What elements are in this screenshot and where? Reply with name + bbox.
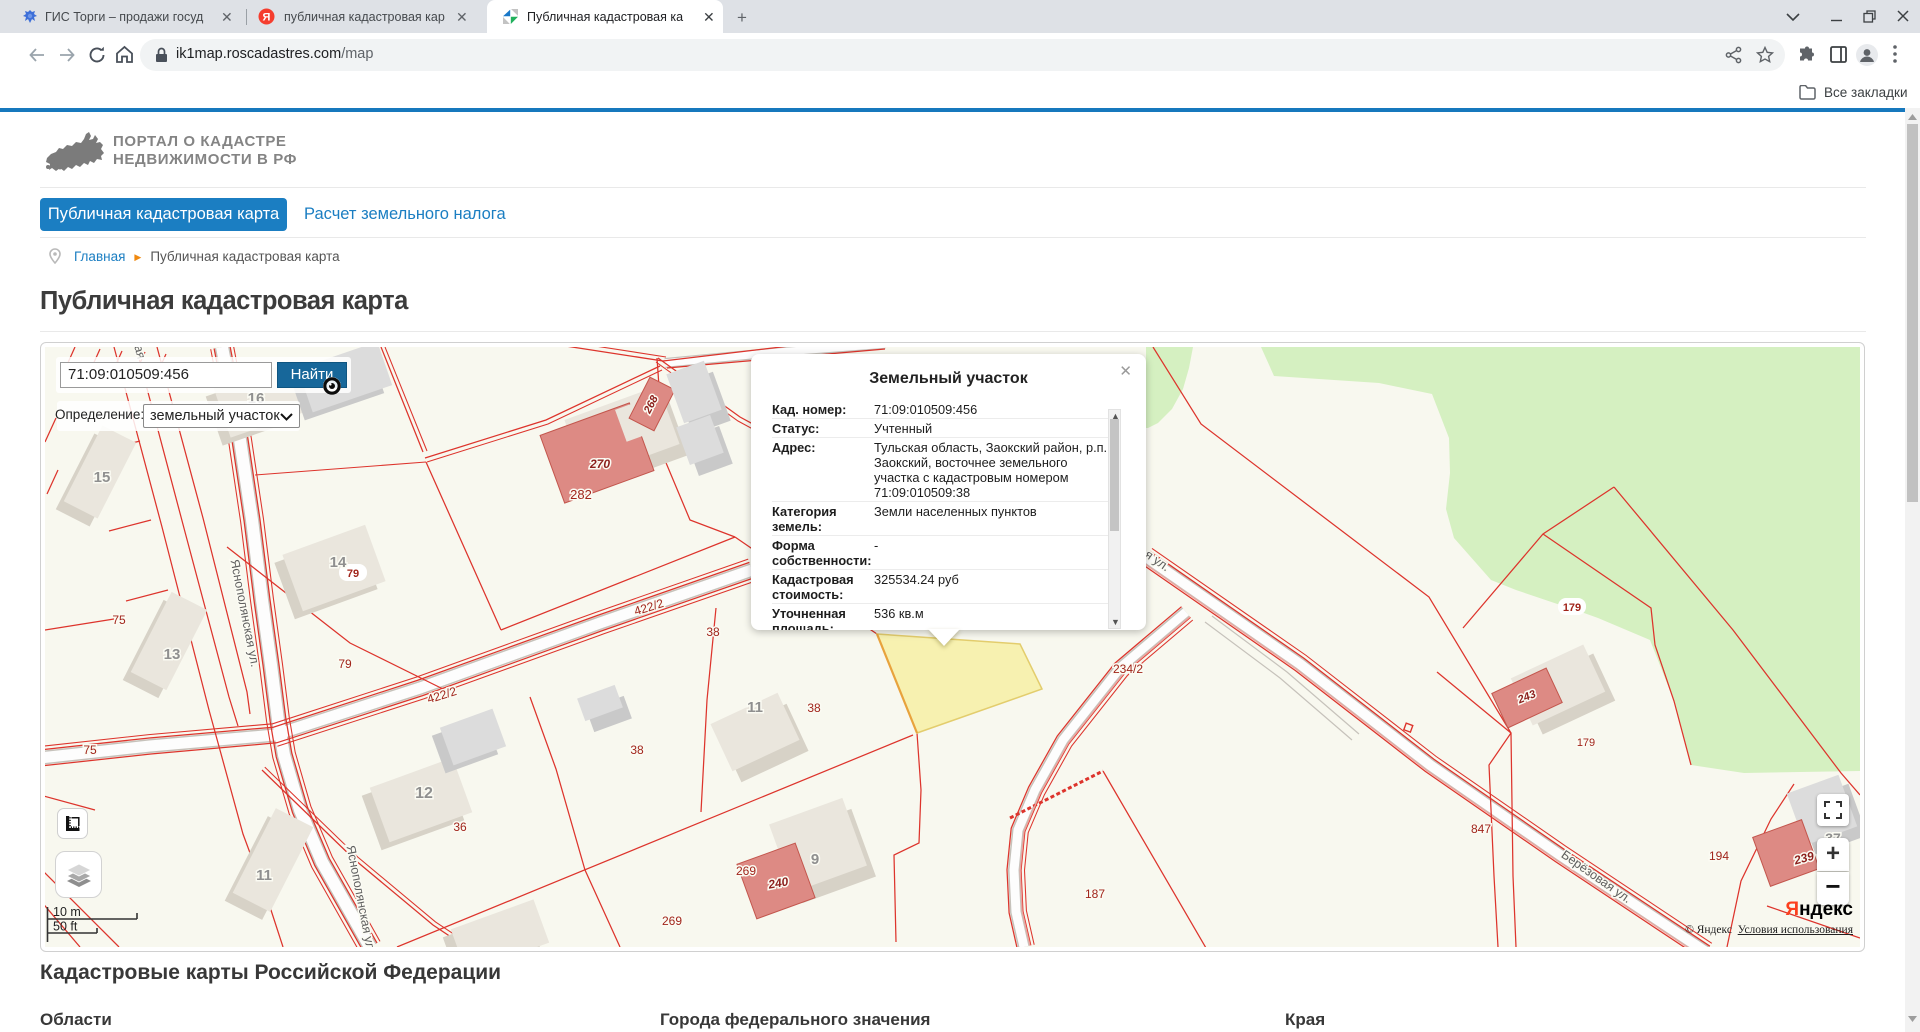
svg-text:38: 38 (630, 743, 644, 757)
svg-text:75: 75 (83, 743, 97, 757)
svg-text:75: 75 (112, 613, 126, 627)
svg-text:13: 13 (164, 646, 181, 663)
svg-text:12: 12 (415, 785, 433, 802)
svg-text:38: 38 (807, 701, 821, 715)
svg-text:187: 187 (1085, 887, 1105, 901)
svg-text:179: 179 (1563, 602, 1581, 614)
svg-text:36: 36 (453, 820, 467, 834)
svg-text:234/2: 234/2 (1113, 662, 1143, 676)
svg-text:50 ft: 50 ft (53, 920, 78, 934)
svg-text:11: 11 (256, 867, 272, 884)
svg-text:270: 270 (589, 457, 610, 471)
svg-text:79: 79 (338, 657, 352, 671)
svg-text:38: 38 (706, 625, 720, 639)
svg-text:10 m: 10 m (53, 905, 81, 919)
svg-text:15: 15 (94, 469, 111, 486)
svg-text:282: 282 (570, 487, 592, 502)
svg-text:79: 79 (347, 568, 359, 580)
svg-text:11: 11 (747, 699, 763, 716)
svg-text:194: 194 (1709, 849, 1729, 863)
svg-text:847: 847 (1471, 822, 1491, 836)
svg-text:179: 179 (1577, 737, 1595, 749)
svg-text:269: 269 (736, 864, 756, 878)
svg-text:269: 269 (662, 914, 682, 928)
svg-text:Я: Я (263, 12, 271, 24)
svg-text:14: 14 (330, 554, 347, 571)
svg-text:9: 9 (811, 851, 819, 868)
